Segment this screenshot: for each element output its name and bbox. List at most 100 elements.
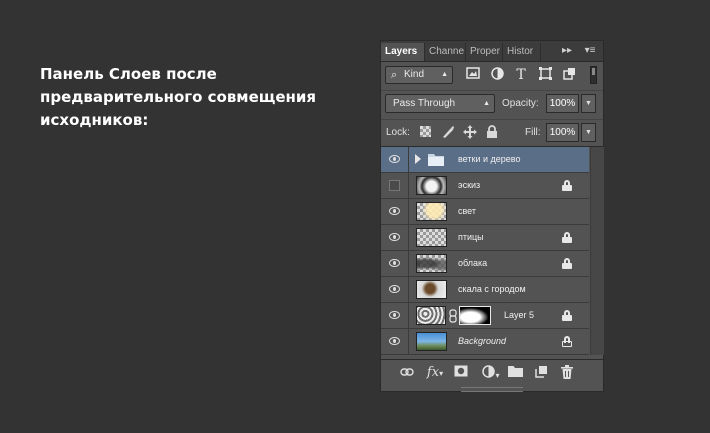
- lock-image-pixels-icon[interactable]: [441, 125, 455, 139]
- lock-position-icon[interactable]: [463, 125, 477, 139]
- caption-line-1: Панель Слоев после: [40, 65, 217, 83]
- visibility-toggle[interactable]: [381, 173, 409, 198]
- layer-row-cliff-city[interactable]: скала с городом: [381, 277, 589, 303]
- fx-icon[interactable]: fx▾: [425, 365, 445, 381]
- blend-mode-value: Pass Through: [393, 98, 456, 109]
- eye-icon: [389, 207, 400, 215]
- caption: Панель Слоев после предварительного совм…: [40, 63, 316, 132]
- tab-layers[interactable]: Layers: [381, 43, 425, 61]
- layers-panel: Layers Channe Proper Histor ▸▸ ▾≡ ⌕ Kind…: [380, 40, 604, 392]
- layer-name[interactable]: скала с городом: [458, 277, 526, 302]
- panel-tab-bar: Layers Channe Proper Histor ▸▸ ▾≡: [381, 41, 603, 62]
- visibility-toggle[interactable]: [381, 277, 409, 302]
- lock-row: Lock: Fill: 100% ▼: [381, 120, 603, 147]
- layer-name[interactable]: Layer 5: [504, 303, 534, 328]
- layer-row-layer5[interactable]: Layer 5: [381, 303, 589, 329]
- layer-thumbnail: [416, 280, 447, 299]
- layer-name[interactable]: Background: [458, 329, 506, 354]
- fx-label: fx: [426, 365, 440, 380]
- filter-toggle[interactable]: [590, 66, 597, 84]
- hidden-visibility-box: [389, 180, 400, 191]
- adjustment-dropdown-arrow: ▾: [495, 371, 500, 380]
- layer-row-group[interactable]: ветки и дерево: [381, 147, 589, 173]
- layer-name[interactable]: облака: [458, 251, 487, 276]
- new-group-icon[interactable]: [507, 365, 523, 381]
- type-filter-icon[interactable]: T: [513, 67, 529, 83]
- visibility-toggle[interactable]: [381, 225, 409, 250]
- visibility-toggle[interactable]: [381, 147, 409, 172]
- fill-field[interactable]: 100%: [546, 123, 579, 142]
- expand-tabs-icon[interactable]: ▸▸: [559, 43, 575, 59]
- updown-arrow-icon: ▲: [483, 100, 490, 107]
- lock-icon: [562, 336, 572, 347]
- fx-dropdown-arrow: ▾: [439, 369, 444, 378]
- mask-link-icon[interactable]: [449, 309, 457, 323]
- layer-name[interactable]: птицы: [458, 225, 484, 250]
- layer-thumbnail: [416, 176, 447, 195]
- layer-mask-thumbnail[interactable]: [459, 306, 491, 325]
- expand-arrow-icon[interactable]: [415, 154, 421, 164]
- adjustment-layer-icon[interactable]: ▾: [481, 365, 501, 381]
- layer-row-clouds[interactable]: облака: [381, 251, 589, 277]
- layers-toolbar: fx▾ ▾: [381, 359, 603, 386]
- layer-thumbnail: [416, 306, 446, 325]
- blend-row: Pass Through ▲ Opacity: 100% ▼: [381, 91, 603, 120]
- tab-history[interactable]: Histor: [503, 43, 541, 61]
- eye-icon: [389, 311, 400, 319]
- new-layer-icon[interactable]: [533, 365, 549, 381]
- lock-all-icon[interactable]: [485, 125, 499, 139]
- visibility-toggle[interactable]: [381, 251, 409, 276]
- lock-label: Lock:: [386, 127, 410, 138]
- caption-line-2: предварительного совмещения: [40, 88, 317, 106]
- filter-kind-dropdown[interactable]: ⌕ Kind ▲: [385, 66, 453, 84]
- layer-name[interactable]: ветки и дерево: [458, 147, 520, 172]
- layer-row-background[interactable]: Background: [381, 329, 589, 355]
- smart-object-filter-icon[interactable]: [561, 67, 577, 83]
- tab-channels[interactable]: Channe: [425, 43, 466, 61]
- shape-filter-icon[interactable]: [537, 67, 553, 83]
- fill-dropdown-arrow-icon[interactable]: ▼: [581, 123, 596, 142]
- updown-arrow-icon: ▲: [441, 71, 448, 78]
- add-mask-icon[interactable]: [453, 365, 469, 381]
- image-filter-icon[interactable]: [465, 67, 481, 83]
- fill-label: Fill:: [525, 127, 541, 138]
- layer-thumbnail: [416, 228, 447, 247]
- eye-icon: [389, 285, 400, 293]
- lock-icon: [562, 310, 572, 321]
- eye-icon: [389, 259, 400, 267]
- lock-transparent-pixels-icon[interactable]: [420, 126, 431, 137]
- panel-menu-icon[interactable]: ▾≡: [581, 43, 599, 59]
- filter-row: ⌕ Kind ▲ T: [381, 62, 603, 91]
- delete-layer-icon[interactable]: [559, 365, 575, 381]
- layer-row-sketch[interactable]: эскиз: [381, 173, 589, 199]
- filter-kind-label: Kind: [404, 69, 425, 80]
- folder-icon: [428, 154, 444, 166]
- link-layers-icon[interactable]: [399, 365, 415, 381]
- layer-row-light[interactable]: свет: [381, 199, 589, 225]
- adjustment-filter-icon[interactable]: [489, 67, 505, 83]
- panel-resize-grip[interactable]: [461, 387, 523, 392]
- lock-icon: [562, 258, 572, 269]
- layers-list: ветки и дерево эскиз свет птицы облака с…: [381, 147, 589, 355]
- eye-icon: [389, 233, 400, 241]
- eye-icon: [389, 155, 400, 163]
- layer-name[interactable]: эскиз: [458, 173, 480, 198]
- caption-line-3: исходников:: [40, 111, 149, 129]
- visibility-toggle[interactable]: [381, 303, 409, 328]
- layer-thumbnail: [416, 254, 447, 273]
- visibility-toggle[interactable]: [381, 199, 409, 224]
- layer-thumbnail: [416, 332, 447, 351]
- opacity-dropdown-arrow-icon[interactable]: ▼: [581, 94, 596, 113]
- eye-icon: [389, 337, 400, 345]
- visibility-toggle[interactable]: [381, 329, 409, 354]
- layer-thumbnail: [416, 202, 447, 221]
- layers-scrollbar[interactable]: [590, 147, 604, 355]
- search-icon: ⌕: [391, 69, 398, 81]
- blend-mode-dropdown[interactable]: Pass Through ▲: [385, 94, 495, 113]
- tab-properties[interactable]: Proper: [466, 43, 503, 61]
- lock-icon: [562, 180, 572, 191]
- layer-row-birds[interactable]: птицы: [381, 225, 589, 251]
- opacity-label: Opacity:: [502, 98, 539, 109]
- layer-name[interactable]: свет: [458, 199, 476, 224]
- opacity-field[interactable]: 100%: [546, 94, 579, 113]
